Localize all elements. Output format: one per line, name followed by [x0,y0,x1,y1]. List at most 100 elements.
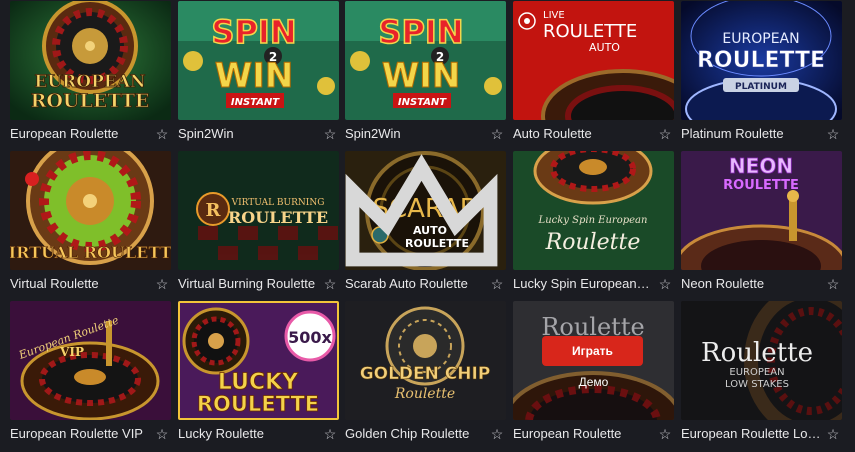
game-art: European Roulette VIP [10,301,171,420]
svg-text:GOLDEN CHIP: GOLDEN CHIP [360,364,491,384]
game-art: EUROPEAN ROULETTE PLATINUM [681,1,842,120]
star-icon[interactable]: ☆ [154,125,170,143]
game-title[interactable]: Scarab Auto Roulette [345,275,485,293]
game-thumbnail[interactable]: Lucky Spin European Roulette [513,151,674,270]
game-art: SPIN 2 WIN INSTANT [345,1,506,120]
game-card-scarab-auto-roulette[interactable]: SCARAB AUTO ROULETTE Scarab Auto Roulett… [345,151,506,296]
star-icon[interactable]: ☆ [657,275,673,293]
svg-text:ROULETTE: ROULETTE [543,21,637,42]
games-grid: EUROPEAN ROULETTE European Roulette ☆ SP… [0,0,855,452]
game-title[interactable]: Spin2Win [178,125,318,143]
game-art: R VIRTUAL BURNING ROULETTE [178,151,339,270]
game-card-neon-roulette[interactable]: NEON ROULETTE Neon Roulette ☆ [681,151,842,296]
svg-text:SPIN: SPIN [378,13,463,51]
game-thumbnail[interactable]: R VIRTUAL BURNING ROULETTE [178,151,339,270]
game-title[interactable]: Lucky Spin European R... [513,275,653,293]
game-title[interactable]: European Roulette VIP [10,425,150,443]
game-card-golden-chip-roulette[interactable]: GOLDEN CHIP Roulette Golden Chip Roulett… [345,301,506,446]
game-thumbnail[interactable]: SPIN 2 WIN INSTANT [345,1,506,120]
star-icon[interactable]: ☆ [322,275,338,293]
star-icon[interactable]: ☆ [154,275,170,293]
game-thumbnail[interactable]: NEON ROULETTE [681,151,842,270]
star-icon[interactable]: ☆ [489,275,505,293]
game-card-virtual-roulette[interactable]: VIRTUAL ROULETTE Virtual Roulette ☆ [10,151,171,296]
game-thumbnail[interactable]: 500x LUCKY ROULETTE [178,301,339,420]
game-card-spin2win[interactable]: SPIN 2 WIN INSTANT Spin2Win ☆ [345,1,506,146]
game-title[interactable]: Golden Chip Roulette [345,425,485,443]
star-icon[interactable]: ☆ [489,425,505,443]
game-title[interactable]: European Roulette Low ... [681,425,821,443]
play-button[interactable]: Играть [542,336,643,366]
svg-text:Roulette: Roulette [545,230,641,255]
game-title[interactable]: European Roulette [10,125,150,143]
svg-text:VIRTUAL ROULETTE: VIRTUAL ROULETTE [10,243,171,262]
demo-link[interactable]: Демо [513,373,674,391]
svg-text:WIN: WIN [215,56,294,96]
svg-text:LIVE: LIVE [543,10,565,21]
game-thumbnail[interactable]: EUROPEAN ROULETTE [10,1,171,120]
svg-text:VIP: VIP [59,345,84,359]
game-thumbnail[interactable]: LIVE ROULETTE AUTO [513,1,674,120]
svg-text:Lucky Spin European: Lucky Spin European [538,215,648,226]
svg-text:PLATINUM: PLATINUM [735,82,787,92]
svg-text:EUROPEAN: EUROPEAN [729,367,784,378]
svg-text:Roulette: Roulette [701,338,813,368]
svg-text:AUTO: AUTO [589,41,620,54]
svg-text:ROULETTE: ROULETTE [697,48,825,73]
game-thumbnail[interactable]: VIRTUAL ROULETTE [10,151,171,270]
game-card-virtual-burning-roulette[interactable]: R VIRTUAL BURNING ROULETTE Virtual Burni… [178,151,339,296]
svg-text:EUROPEAN: EUROPEAN [722,31,799,47]
game-card-lucky-spin-european-roulette[interactable]: Lucky Spin European Roulette Lucky Spin … [513,151,674,296]
svg-text:EUROPEAN: EUROPEAN [34,72,145,92]
svg-text:R: R [206,200,222,221]
game-card-european-roulette-hovered[interactable]: Roulette Играть Демо European Roulette ☆ [513,301,674,446]
game-card-spin2win[interactable]: SPIN 2 WIN INSTANT Spin2Win ☆ [178,1,339,146]
game-art: 500x LUCKY ROULETTE [178,301,339,420]
svg-text:ROULETTE: ROULETTE [31,90,150,112]
game-card-european-roulette-low-stakes[interactable]: Roulette EUROPEAN LOW STAKES European Ro… [681,301,842,446]
game-thumbnail[interactable]: Roulette Играть Демо [513,301,674,420]
game-card-european-roulette[interactable]: EUROPEAN ROULETTE European Roulette ☆ [10,1,171,146]
game-thumbnail[interactable]: GOLDEN CHIP Roulette [345,301,506,420]
game-thumbnail[interactable]: European Roulette VIP [10,301,171,420]
star-icon[interactable]: ☆ [657,125,673,143]
game-thumbnail[interactable]: Roulette EUROPEAN LOW STAKES [681,301,842,420]
game-card-lucky-roulette[interactable]: 500x LUCKY ROULETTE Lucky Roulette ☆ [178,301,339,446]
game-art: SPIN 2 WIN INSTANT [178,1,339,120]
game-art: LIVE ROULETTE AUTO [513,1,674,120]
svg-text:SPIN: SPIN [211,13,296,51]
star-icon[interactable]: ☆ [825,125,841,143]
game-thumbnail[interactable]: SPIN 2 WIN INSTANT [178,1,339,120]
svg-text:LOW STAKES: LOW STAKES [725,379,789,390]
game-title[interactable]: Neon Roulette [681,275,821,293]
svg-text:WIN: WIN [382,56,461,96]
star-icon[interactable]: ☆ [825,275,841,293]
game-card-auto-roulette[interactable]: LIVE ROULETTE AUTO Auto Roulette ☆ [513,1,674,146]
game-title[interactable]: Virtual Roulette [10,275,150,293]
star-icon[interactable]: ☆ [322,425,338,443]
game-title[interactable]: Auto Roulette [513,125,653,143]
star-icon[interactable]: ☆ [489,125,505,143]
svg-text:ROULETTE: ROULETTE [197,392,319,416]
game-title[interactable]: Platinum Roulette [681,125,821,143]
game-card-european-roulette-vip[interactable]: European Roulette VIP European Roulette … [10,301,171,446]
svg-text:INSTANT: INSTANT [231,97,280,108]
game-title[interactable]: European Roulette [513,425,653,443]
svg-text:Roulette: Roulette [394,386,455,402]
svg-text:ROULETTE: ROULETTE [723,178,799,193]
game-art: Roulette EUROPEAN LOW STAKES [681,301,842,420]
game-card-platinum-roulette[interactable]: EUROPEAN ROULETTE PLATINUM Platinum Roul… [681,1,842,146]
hover-overlay: Играть Демо [513,301,674,420]
star-icon[interactable]: ☆ [322,125,338,143]
star-icon[interactable]: ☆ [825,425,841,443]
game-title[interactable]: Lucky Roulette [178,425,318,443]
game-art: VIRTUAL ROULETTE [10,151,171,270]
game-thumbnail[interactable]: EUROPEAN ROULETTE PLATINUM [681,1,842,120]
game-title[interactable]: Virtual Burning Roulette [178,275,318,293]
svg-text:ROULETTE: ROULETTE [228,208,328,227]
game-title[interactable]: Spin2Win [345,125,485,143]
star-icon[interactable]: ☆ [657,425,673,443]
game-art: Lucky Spin European Roulette [513,151,674,270]
game-thumbnail[interactable]: SCARAB AUTO ROULETTE [345,151,506,270]
star-icon[interactable]: ☆ [154,425,170,443]
